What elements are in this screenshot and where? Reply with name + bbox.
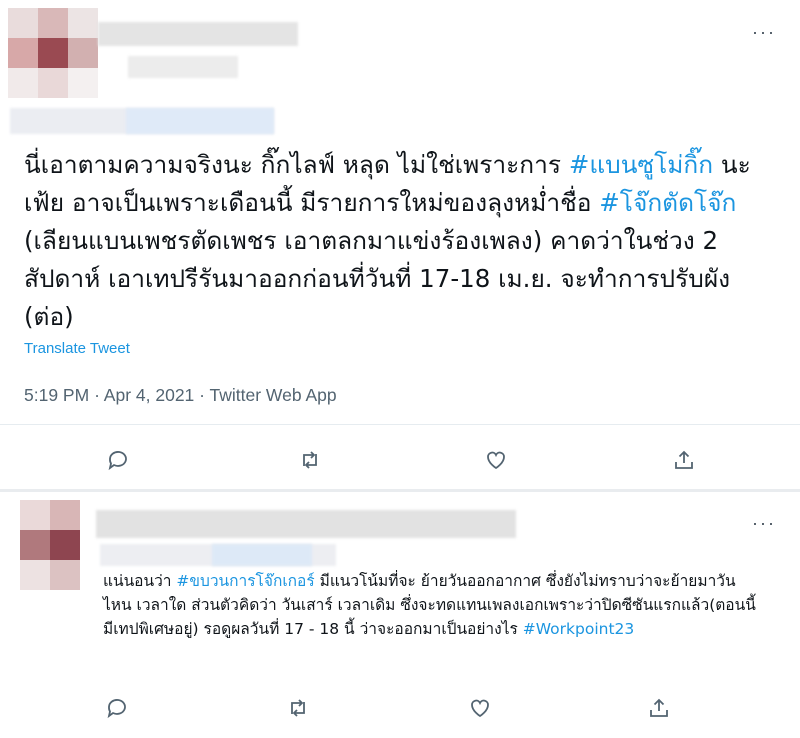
hashtag-link[interactable]: #Workpoint23 (523, 620, 635, 638)
retweet-icon[interactable] (296, 446, 324, 474)
tweet-text-segment: (เลียนแบนเพชรตัดเพชร เอาตลกมาแข่งร้องเพล… (24, 226, 731, 331)
hashtag-link[interactable]: #แบนซูโม่กิ๊ก (569, 150, 713, 179)
like-icon[interactable] (482, 446, 510, 474)
tweet-separator (0, 489, 800, 492)
tweet-source[interactable]: Twitter Web App (210, 385, 337, 405)
tweet-date[interactable]: Apr 4, 2021 (104, 385, 194, 405)
reply-icon[interactable] (103, 694, 131, 722)
reply-icon[interactable] (104, 446, 132, 474)
tweet-text-segment: นี่เอาตามความจริงนะ กิ๊กไลฟ์ หลุด ไม่ใช่… (24, 150, 569, 179)
more-options-icon[interactable]: ··· (752, 22, 776, 43)
tweet-text-segment: แน่นอนว่า (103, 572, 177, 590)
tweet-time[interactable]: 5:19 PM (24, 385, 89, 405)
meta-separator: · (199, 385, 205, 405)
hashtag-link[interactable]: #โจ๊กตัดโจ๊ก (599, 188, 736, 217)
more-options-icon[interactable]: ··· (752, 513, 776, 534)
divider (0, 424, 800, 425)
tweet-text: นี่เอาตามความจริงนะ กิ๊กไลฟ์ หลุด ไม่ใช่… (24, 146, 784, 336)
retweet-icon[interactable] (284, 694, 312, 722)
meta-separator: · (94, 385, 100, 405)
tweet-text: แน่นอนว่า #ขบวนการโจ๊กเกอร์ มีแนวโน้มที่… (103, 569, 763, 641)
translate-tweet-link[interactable]: Translate Tweet (24, 340, 130, 357)
share-icon[interactable] (670, 446, 698, 474)
hashtag-link[interactable]: #ขบวนการโจ๊กเกอร์ (176, 572, 314, 590)
tweet-meta: 5:19 PM · Apr 4, 2021 · Twitter Web App (24, 385, 337, 406)
avatar[interactable] (8, 8, 98, 98)
share-icon[interactable] (645, 694, 673, 722)
avatar[interactable] (20, 500, 80, 590)
like-icon[interactable] (466, 694, 494, 722)
